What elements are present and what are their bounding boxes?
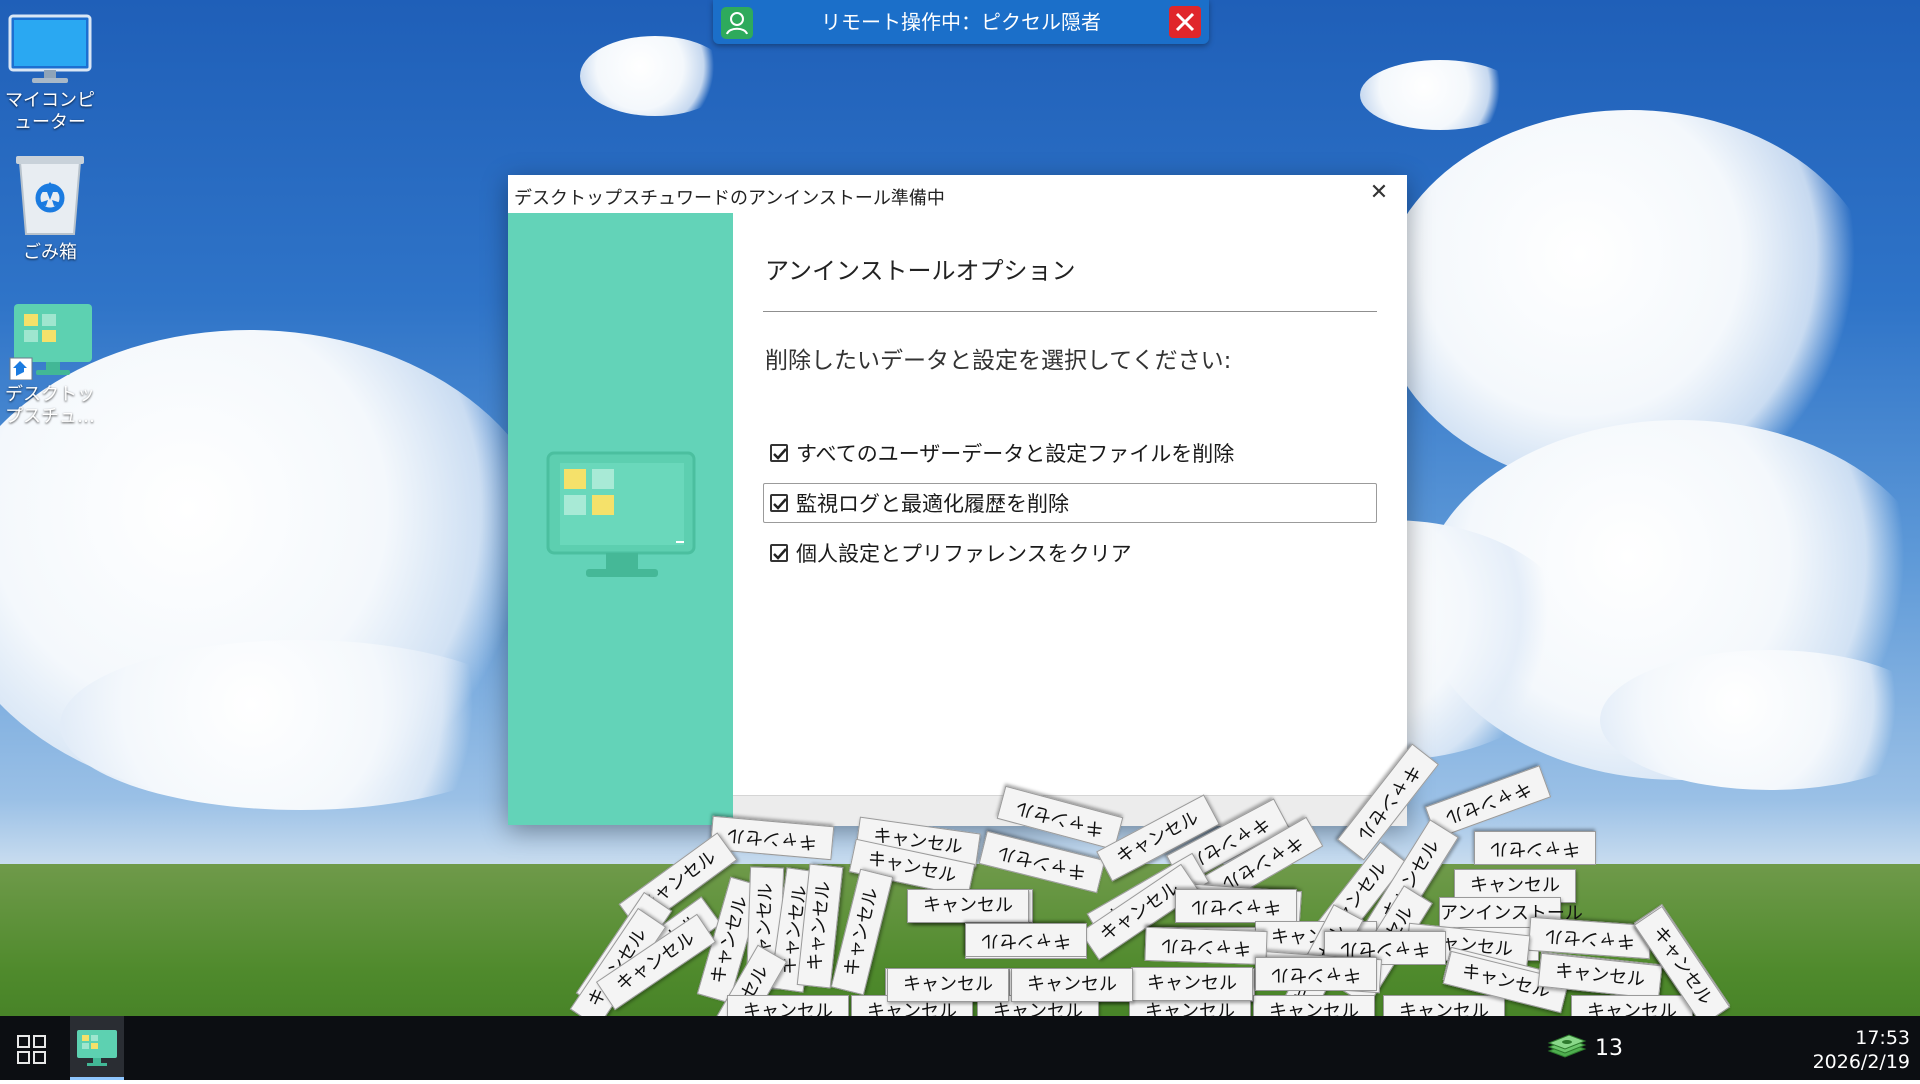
clock-date: 2026/2/19 [1812, 1051, 1910, 1073]
cancel-button[interactable]: キャンセル [1474, 831, 1596, 865]
tray-money-indicator[interactable]: 13 [1547, 1032, 1623, 1064]
cancel-button[interactable]: キャンセル [1131, 967, 1253, 1001]
taskbar: 13 17:53 2026/2/19 [0, 1016, 1920, 1080]
cancel-button[interactable]: キャンセル [1144, 926, 1268, 966]
cancel-button[interactable]: キャンセル [965, 923, 1087, 957]
taskbar-clock[interactable]: 17:53 2026/2/19 [1813, 1026, 1910, 1074]
cancel-button[interactable]: キャンセル [1255, 957, 1377, 991]
taskbar-app-desktop-steward[interactable] [70, 1016, 124, 1080]
clock-time: 17:53 [1855, 1027, 1910, 1049]
tray-count: 13 [1595, 1035, 1623, 1061]
app-monitor-icon [77, 1030, 117, 1066]
grid-icon [17, 1035, 46, 1064]
cancel-button-pile: キャンセル キャンセル キャンセル キャンセル キャンセル キャンセル キャンセ… [0, 0, 1920, 1080]
cancel-button[interactable]: キャンセル [1175, 889, 1297, 923]
money-stack-icon [1547, 1034, 1587, 1058]
cancel-button[interactable]: キャンセル [887, 968, 1009, 1002]
start-button[interactable] [0, 1016, 64, 1080]
cancel-button[interactable]: キャンセル [907, 889, 1029, 923]
cancel-button[interactable]: キャンセル [1011, 968, 1133, 1002]
